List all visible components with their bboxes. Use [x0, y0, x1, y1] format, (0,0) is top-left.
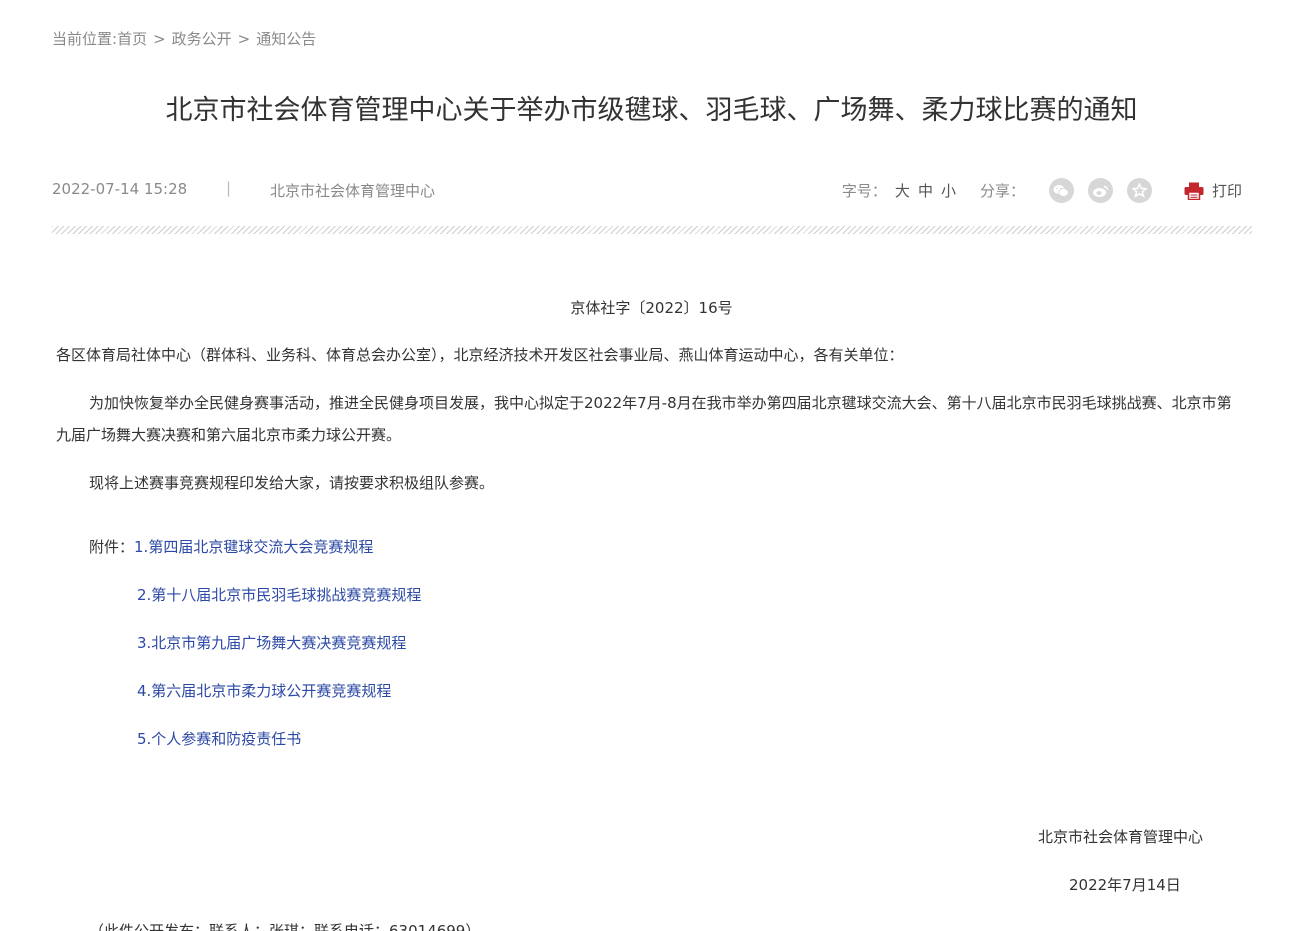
document-number: 京体社字〔2022〕16号 [570, 299, 733, 317]
breadcrumb-separator: > [153, 29, 166, 48]
signature-org: 北京市社会体育管理中心 [1038, 828, 1204, 846]
printer-icon [1184, 182, 1204, 200]
breadcrumb-separator: > [237, 29, 251, 48]
breadcrumb-gov-affairs-link[interactable]: 政务公开 [172, 28, 232, 49]
meta-divider: | [226, 179, 232, 197]
attachment-row: 附件：1.第四届北京毽球交流大会竞赛规程 [89, 531, 373, 563]
article-title: 北京市社会体育管理中心关于举办市级毽球、羽毛球、广场舞、柔力球比赛的通知 [165, 95, 1138, 126]
share-label: 分享： [979, 182, 1025, 200]
article-source: 北京市社会体育管理中心 [270, 182, 436, 200]
wechat-icon[interactable] [1048, 178, 1074, 203]
attachment-link-2[interactable]: 2.第十八届北京市民羽毛球挑战赛竞赛规程 [137, 586, 421, 604]
print-label: 打印 [1211, 182, 1242, 200]
font-size-large[interactable]: 大 [895, 180, 910, 201]
addressee: 各区体育局社体中心（群体科、业务科、体育总会办公室），北京经济技术开发区社会事业… [56, 346, 904, 364]
publish-date: 2022-07-14 15:28 [52, 180, 188, 198]
article-tools: 字号： 大 中 小 分享： 打印 [842, 178, 1242, 203]
contact-note: （此件公开发布；联系人：张琪；联系电话：63014699） [89, 922, 481, 931]
body-paragraph: 现将上述赛事竞赛规程印发给大家，请按要求积极组队参赛。 [89, 474, 495, 492]
attachment-link-3[interactable]: 3.北京市第九届广场舞大赛决赛竞赛规程 [137, 634, 406, 652]
attachment-row: 2.第十八届北京市民羽毛球挑战赛竞赛规程 [137, 579, 421, 611]
attachment-row: 4.第六届北京市柔力球公开赛竞赛规程 [137, 675, 391, 707]
attachment-row: 3.北京市第九届广场舞大赛决赛竞赛规程 [137, 627, 406, 659]
breadcrumb-home-link[interactable]: 首页 [117, 28, 147, 49]
body-paragraph: 为加快恢复举办全民健身赛事活动，推进全民健身项目发展，我中心拟定于2022年7月… [56, 394, 1232, 444]
attachment-link-5[interactable]: 5.个人参赛和防疫责任书 [137, 730, 301, 748]
breadcrumb-notices-link[interactable]: 通知公告 [256, 28, 316, 49]
signature-date: 2022年7月14日 [1069, 876, 1181, 894]
print-button[interactable]: 打印 [1184, 180, 1242, 201]
page: 当前位置: 首页 > 政务公开 > 通知公告 北京市社会体育管理中心关于举办市级… [0, 0, 1313, 931]
font-size-medium[interactable]: 中 [918, 180, 933, 201]
attachment-link-1[interactable]: 1.第四届北京毽球交流大会竞赛规程 [134, 538, 373, 556]
weibo-icon[interactable] [1087, 178, 1113, 203]
article-meta: 2022-07-14 15:28 | 北京市社会体育管理中心 字号： 大 中 小… [52, 178, 1252, 203]
attachment-link-4[interactable]: 4.第六届北京市柔力球公开赛竞赛规程 [137, 682, 391, 700]
hatched-divider [52, 226, 1252, 234]
font-size-small[interactable]: 小 [941, 180, 956, 201]
font-size-label: 字号： [841, 182, 887, 200]
attachment-label: 附件： [89, 538, 135, 556]
breadcrumb-prefix: 当前位置: [52, 30, 118, 48]
breadcrumb: 当前位置: 首页 > 政务公开 > 通知公告 [52, 28, 316, 49]
attachment-row: 5.个人参赛和防疫责任书 [137, 723, 301, 755]
favorite-star-icon[interactable] [1126, 178, 1152, 203]
